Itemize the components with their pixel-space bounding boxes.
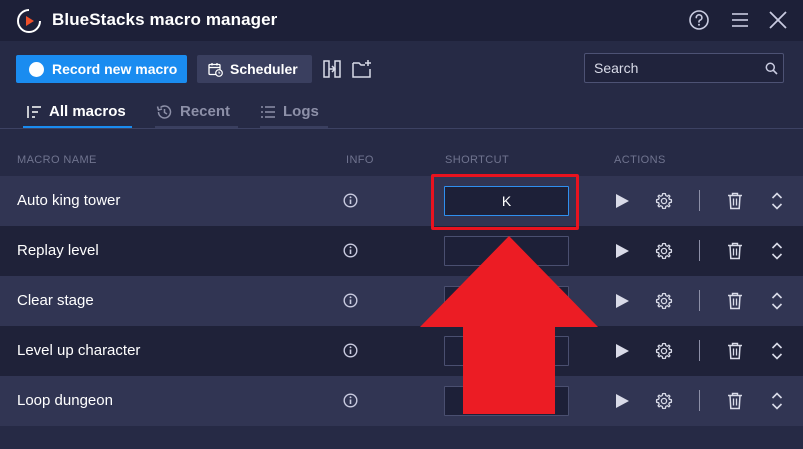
history-icon — [156, 104, 172, 119]
close-icon[interactable] — [767, 9, 789, 31]
table-row[interactable]: Clear stage — [0, 276, 803, 326]
menu-icon[interactable] — [729, 9, 751, 31]
tab-logs[interactable]: Logs — [260, 95, 328, 128]
shortcut-input[interactable] — [444, 336, 569, 366]
info-icon[interactable] — [343, 343, 358, 358]
sort-list-icon — [27, 105, 41, 118]
tab-all-macros-label: All macros — [49, 103, 126, 120]
shortcut-input[interactable] — [444, 286, 569, 316]
info-icon[interactable] — [343, 393, 358, 408]
reorder-icon[interactable] — [771, 191, 783, 211]
reorder-icon[interactable] — [771, 291, 783, 311]
title-bar: BlueStacks macro manager — [0, 0, 803, 41]
calendar-clock-icon — [208, 62, 223, 77]
record-dot-icon — [29, 61, 44, 77]
macro-name: Auto king tower — [17, 192, 121, 209]
info-icon[interactable] — [343, 193, 358, 208]
app-title: BlueStacks macro manager — [52, 10, 278, 29]
tab-recent[interactable]: Recent — [155, 95, 238, 128]
table-row[interactable]: Level up character — [0, 326, 803, 376]
reorder-icon[interactable] — [771, 241, 783, 261]
search-box[interactable] — [584, 53, 784, 83]
tab-all-macros[interactable]: All macros — [23, 95, 132, 128]
trash-icon[interactable] — [727, 342, 743, 360]
shortcut-input[interactable] — [444, 186, 569, 216]
shortcut-input[interactable] — [444, 386, 569, 416]
gear-icon[interactable] — [655, 342, 673, 360]
bluestacks-logo-icon — [17, 8, 42, 33]
actions-divider — [699, 390, 700, 411]
trash-icon[interactable] — [727, 392, 743, 410]
record-new-macro-label: Record new macro — [52, 61, 178, 77]
trash-icon[interactable] — [727, 292, 743, 310]
column-header-macro-name: MACRO NAME — [17, 154, 97, 166]
tab-bar: All macros Recent Logs — [0, 95, 803, 129]
reorder-icon[interactable] — [771, 391, 783, 411]
reorder-icon[interactable] — [771, 341, 783, 361]
import-macro-icon[interactable] — [351, 58, 373, 80]
tab-divider — [0, 128, 803, 129]
gear-icon[interactable] — [655, 192, 673, 210]
column-header-shortcut: SHORTCUT — [445, 154, 510, 166]
play-icon[interactable] — [614, 243, 630, 259]
gear-icon[interactable] — [655, 292, 673, 310]
table-row[interactable]: Replay level — [0, 226, 803, 276]
actions-divider — [699, 340, 700, 361]
gear-icon[interactable] — [655, 242, 673, 260]
tab-recent-label: Recent — [180, 103, 231, 120]
trash-icon[interactable] — [727, 192, 743, 210]
play-icon[interactable] — [614, 393, 630, 409]
actions-divider — [699, 190, 700, 211]
macro-name: Replay level — [17, 242, 99, 259]
actions-divider — [699, 290, 700, 311]
gear-icon[interactable] — [655, 392, 673, 410]
column-header-actions: ACTIONS — [614, 154, 666, 166]
list-icon — [261, 105, 275, 118]
macro-name: Loop dungeon — [17, 392, 113, 409]
play-icon[interactable] — [614, 193, 630, 209]
tab-logs-label: Logs — [283, 103, 319, 120]
shortcut-input[interactable] — [444, 236, 569, 266]
merge-macros-icon[interactable] — [321, 58, 343, 80]
search-input[interactable] — [585, 54, 760, 82]
trash-icon[interactable] — [727, 242, 743, 260]
table-row[interactable]: Loop dungeon — [0, 376, 803, 426]
column-header-info: INFO — [346, 154, 374, 166]
scheduler-button[interactable]: Scheduler — [197, 55, 312, 83]
info-icon[interactable] — [343, 293, 358, 308]
play-icon[interactable] — [614, 343, 630, 359]
scheduler-label: Scheduler — [230, 61, 298, 77]
actions-divider — [699, 240, 700, 261]
play-icon[interactable] — [614, 293, 630, 309]
info-icon[interactable] — [343, 243, 358, 258]
search-icon[interactable] — [765, 62, 778, 75]
help-icon[interactable] — [688, 9, 710, 31]
macro-name: Clear stage — [17, 292, 94, 309]
table-row[interactable]: Auto king tower — [0, 176, 803, 226]
record-new-macro-button[interactable]: Record new macro — [16, 55, 187, 83]
macro-name: Level up character — [17, 342, 141, 359]
